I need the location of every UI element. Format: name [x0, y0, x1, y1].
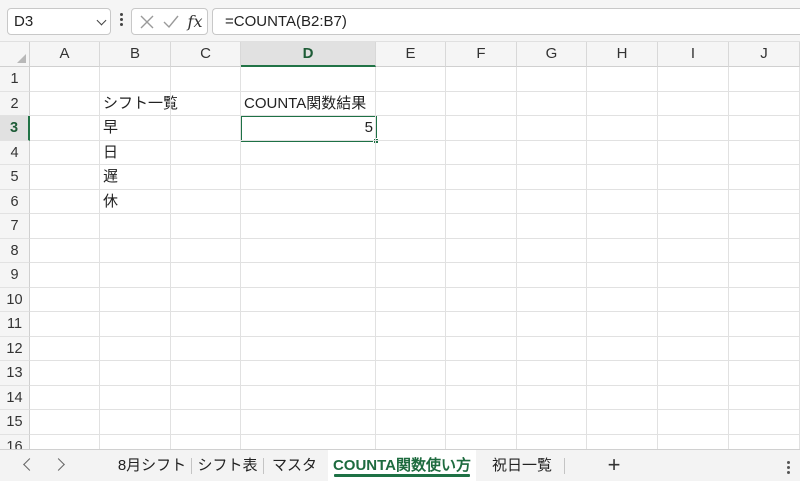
function-icon[interactable]: fx	[183, 9, 207, 34]
column-header-d[interactable]: D	[241, 42, 376, 67]
row-header-2[interactable]: 2	[0, 91, 30, 116]
grid-line	[375, 67, 376, 449]
grid-line	[516, 67, 517, 449]
chevron-right-icon[interactable]	[52, 458, 65, 471]
chevron-down-icon[interactable]	[96, 15, 107, 26]
grid-line	[30, 213, 800, 214]
grid-line	[30, 188, 800, 190]
row-header-1[interactable]: 1	[0, 67, 30, 92]
select-all-corner[interactable]	[0, 42, 30, 67]
row-header-6[interactable]: 6	[0, 189, 30, 214]
sheet-tab-5[interactable]: 祝日一覧	[481, 450, 563, 481]
grid-line	[30, 335, 800, 337]
grid-line	[30, 384, 800, 386]
column-header-f[interactable]: F	[446, 42, 517, 67]
sheet-tab-4-label: COUNTA関数使い方	[332, 457, 472, 474]
grid-line	[30, 262, 800, 263]
row-header-15[interactable]: 15	[0, 410, 30, 435]
row-header-5[interactable]: 5	[0, 165, 30, 190]
column-header-a[interactable]: A	[30, 42, 100, 67]
grid-line	[240, 67, 241, 449]
column-header-g[interactable]: G	[517, 42, 587, 67]
active-tab-underline	[334, 474, 470, 477]
row-header-11[interactable]: 11	[0, 312, 30, 337]
more-vertical-icon[interactable]	[118, 11, 124, 31]
name-box-value: D3	[14, 13, 34, 30]
tab-separator	[564, 458, 565, 474]
name-box[interactable]: D3	[7, 8, 111, 35]
formula-input[interactable]: =COUNTA(B2:B7)	[212, 8, 800, 35]
cell-B6[interactable]: 休	[100, 190, 121, 214]
row-header-7[interactable]: 7	[0, 214, 30, 239]
cell-B2[interactable]: シフト一覧	[100, 92, 181, 116]
cell-B4[interactable]: 日	[100, 141, 121, 165]
cell-B5[interactable]: 遅	[100, 165, 121, 189]
grid-line	[30, 237, 800, 239]
row-header-10[interactable]: 10	[0, 287, 30, 312]
row-header-13[interactable]: 13	[0, 361, 30, 386]
grid-line	[30, 90, 800, 92]
checkmark-icon[interactable]	[159, 9, 183, 34]
sheet-tab-3[interactable]: マスタ	[264, 450, 325, 481]
grid-line	[657, 67, 658, 449]
column-header-i[interactable]: I	[658, 42, 729, 67]
grid-line	[30, 360, 800, 361]
cell-grid[interactable]: シフト一覧 COUNTA関数結果 早 5 日 遅 休	[30, 67, 800, 449]
grid-line	[30, 115, 800, 116]
cell-D3[interactable]: 5	[241, 116, 376, 140]
sheet-tab-active[interactable]: COUNTA関数使い方	[328, 450, 476, 481]
formula-buttons: fx	[131, 8, 208, 35]
formula-bar: D3 fx =COUNTA(B2:B7)	[0, 0, 800, 42]
sheet-tab-2[interactable]: シフト表	[192, 450, 263, 481]
grid-line	[30, 311, 800, 312]
sheet-tab-bar: 8月シフト シフト表 マスタ COUNTA関数使い方 祝日一覧 +	[0, 449, 800, 481]
grid-line	[30, 409, 800, 410]
sheet-tab-1[interactable]: 8月シフト	[113, 450, 191, 481]
row-header-4[interactable]: 4	[0, 140, 30, 165]
grid-line	[728, 67, 729, 449]
cell-B3[interactable]: 早	[100, 116, 121, 140]
cell-D2[interactable]: COUNTA関数結果	[241, 92, 369, 116]
column-header-b[interactable]: B	[100, 42, 171, 67]
chevron-left-icon[interactable]	[23, 458, 36, 471]
column-header-c[interactable]: C	[171, 42, 241, 67]
more-vertical-icon[interactable]	[785, 459, 791, 475]
row-header-8[interactable]: 8	[0, 238, 30, 263]
grid-line	[30, 433, 800, 435]
grid-line	[170, 67, 171, 449]
column-header-j[interactable]: J	[729, 42, 800, 67]
grid-line	[30, 139, 800, 141]
column-header-h[interactable]: H	[587, 42, 658, 67]
row-header-12[interactable]: 12	[0, 336, 30, 361]
column-header-e[interactable]: E	[376, 42, 446, 67]
row-header-3[interactable]: 3	[0, 116, 30, 141]
grid-line	[30, 286, 800, 288]
grid-line	[586, 67, 587, 449]
plus-icon[interactable]: +	[604, 450, 624, 481]
grid-line	[99, 67, 100, 449]
row-header-14[interactable]: 14	[0, 385, 30, 410]
grid-line	[445, 67, 446, 449]
row-header-9[interactable]: 9	[0, 263, 30, 288]
cancel-x-icon[interactable]	[135, 9, 159, 34]
grid-line	[30, 164, 800, 165]
